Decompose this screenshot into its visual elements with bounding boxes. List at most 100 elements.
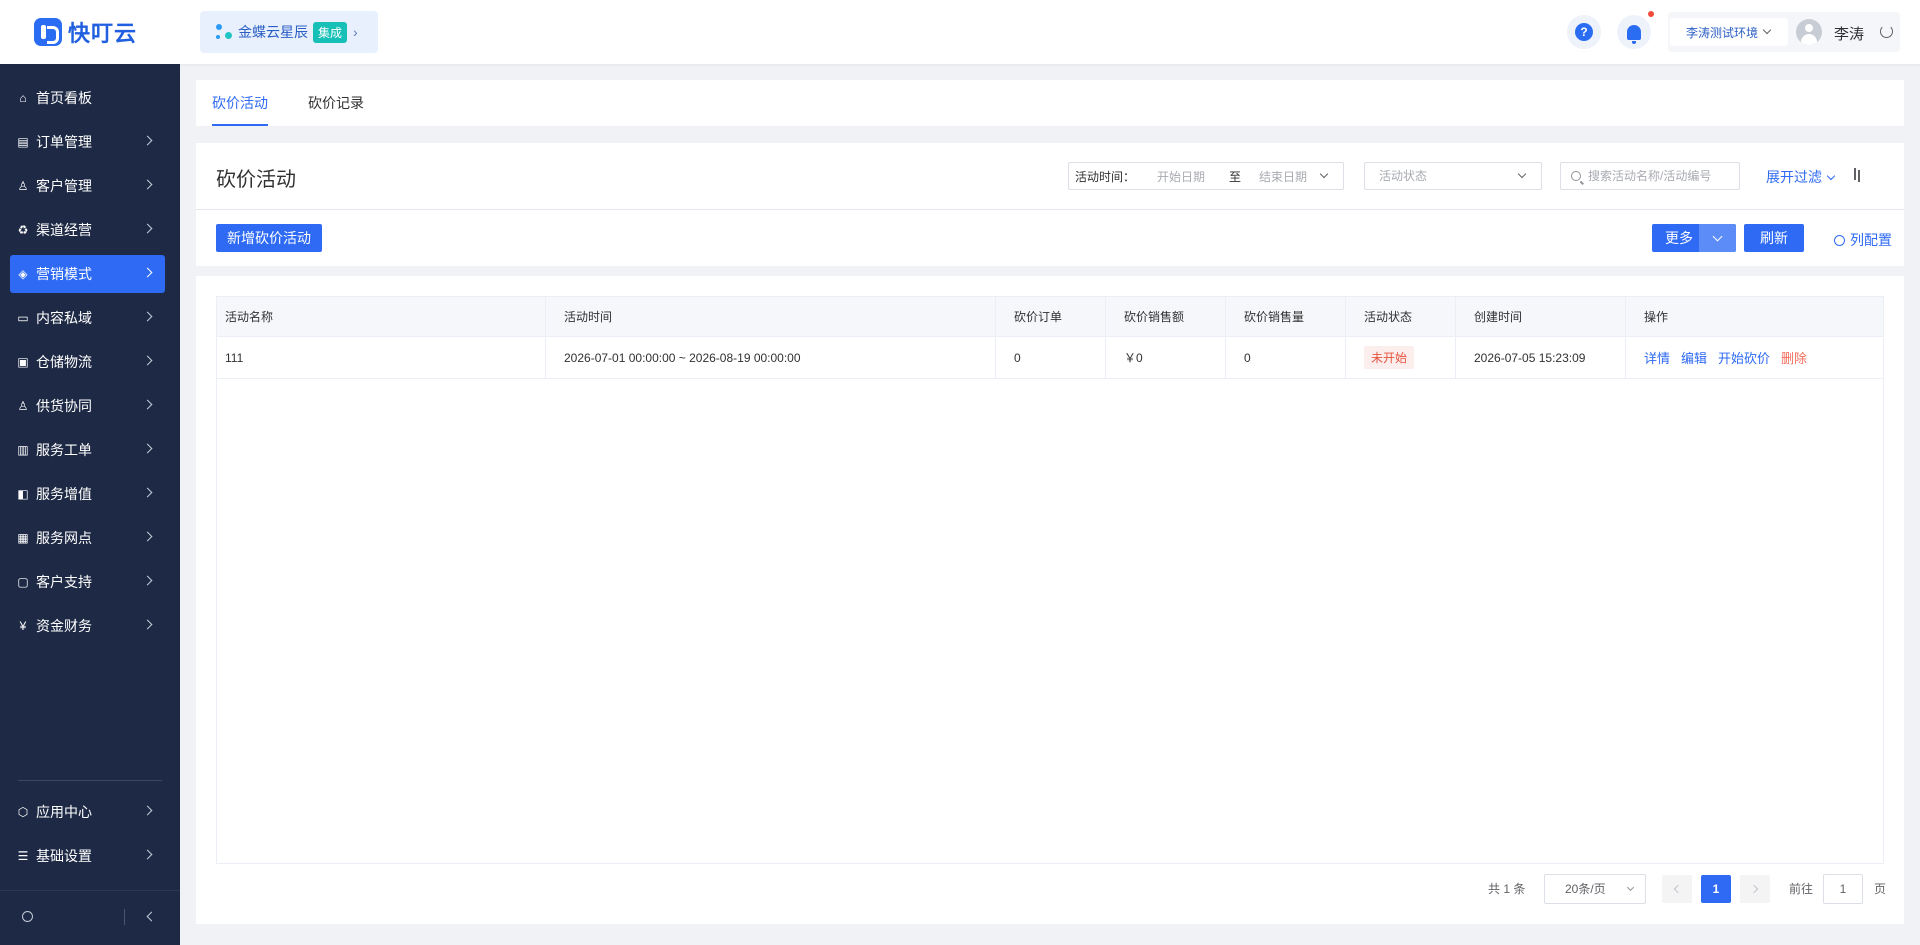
avatar[interactable]	[1796, 19, 1822, 45]
column-header: 活动状态	[1346, 297, 1456, 336]
more-label: 更多	[1665, 230, 1693, 246]
tab-bargain-records[interactable]: 砍价记录	[308, 80, 364, 126]
sidebar-item-outlets[interactable]: ▦ 服务网点	[10, 519, 165, 557]
sidebar-divider	[18, 780, 162, 781]
sort-icon[interactable]	[1852, 168, 1862, 182]
page-title: 砍价活动	[216, 169, 296, 191]
store-icon: ▦	[17, 531, 29, 545]
column-header: 砍价订单	[996, 297, 1106, 336]
prev-page-button[interactable]	[1662, 875, 1692, 903]
help-button[interactable]: ?	[1567, 15, 1601, 49]
integration-chip[interactable]: 金蝶云星辰 集成 ›	[200, 11, 378, 53]
sidebar: ⌂ 首页看板 ▤ 订单管理 ♙ 客户管理 ♻ 渠道经营 ◈ 营销模式 ▭ 内容私…	[0, 64, 180, 945]
delete-link[interactable]: 删除	[1781, 348, 1807, 367]
env-user-panel: 李涛测试环境 李涛	[1668, 12, 1900, 52]
sidebar-item-customers[interactable]: ♙ 客户管理	[10, 167, 165, 205]
table-header: 活动名称 活动时间 砍价订单 砍价销售额 砍价销售量 活动状态 创建时间 操作	[217, 297, 1883, 337]
column-config-label: 列配置	[1850, 232, 1892, 248]
chevron-right-icon	[142, 135, 153, 146]
sidebar-item-label: 资金财务	[36, 618, 92, 634]
current-page-button[interactable]: 1	[1701, 875, 1731, 903]
goto-page-input[interactable]	[1823, 874, 1863, 904]
chevron-right-icon	[142, 443, 153, 454]
gear-icon	[1834, 234, 1845, 246]
page-size-select[interactable]: 20条/页	[1544, 874, 1646, 904]
support-icon: ▢	[17, 575, 29, 589]
sidebar-item-value-added[interactable]: ◧ 服务增值	[10, 475, 165, 513]
column-config-button[interactable]: 列配置	[1834, 230, 1892, 250]
column-header: 砍价销售量	[1226, 297, 1346, 336]
user-name: 李涛	[1834, 26, 1865, 43]
next-page-button[interactable]	[1740, 875, 1770, 903]
table-row: 111 2026-07-01 00:00:00 ~ 2026-08-19 00:…	[217, 337, 1883, 379]
reload-icon[interactable]	[1880, 25, 1893, 38]
tab-bargain-activities[interactable]: 砍价活动	[212, 80, 268, 126]
chevron-right-icon	[142, 487, 153, 498]
logo-icon	[34, 18, 62, 46]
sidebar-item-app-center[interactable]: ⬡ 应用中心	[10, 793, 165, 831]
bag-icon: ◧	[17, 487, 29, 501]
more-button[interactable]: 更多	[1652, 224, 1736, 252]
detail-link[interactable]: 详情	[1644, 348, 1670, 367]
expand-filter-button[interactable]: 展开过滤	[1766, 167, 1836, 187]
chevron-down-icon[interactable]	[1699, 224, 1736, 252]
sidebar-item-label: 服务增值	[36, 486, 92, 502]
search-input[interactable]	[1588, 169, 1728, 183]
end-date-input[interactable]: 结束日期	[1259, 168, 1307, 185]
start-bargain-link[interactable]: 开始砍价	[1718, 348, 1770, 367]
sidebar-item-warehouse[interactable]: ▣ 仓储物流	[10, 343, 165, 381]
app-logo[interactable]: 快叮云	[34, 16, 137, 48]
notification-button[interactable]	[1617, 15, 1651, 49]
sidebar-item-dashboard[interactable]: ⌂ 首页看板	[10, 79, 165, 117]
add-bargain-activity-button[interactable]: 新增砍价活动	[216, 224, 322, 252]
time-range-label: 活动时间：	[1075, 169, 1136, 184]
table-panel: 活动名称 活动时间 砍价订单 砍价销售额 砍价销售量 活动状态 创建时间 操作 …	[196, 276, 1904, 924]
sidebar-footer	[0, 891, 180, 945]
settings-icon[interactable]	[22, 911, 33, 922]
start-date-input[interactable]: 开始日期	[1157, 168, 1205, 185]
cell-sales-amount: ￥0	[1106, 337, 1226, 378]
chevron-right-icon	[142, 805, 153, 816]
sidebar-item-label: 应用中心	[36, 804, 92, 820]
sidebar-item-support[interactable]: ▢ 客户支持	[10, 563, 165, 601]
cube-icon: ⬡	[17, 805, 29, 819]
chevron-right-icon	[142, 267, 153, 278]
sidebar-item-finance[interactable]: ¥ 资金财务	[10, 607, 165, 645]
column-header: 活动时间	[546, 297, 996, 336]
logo-text: 快叮云	[68, 21, 138, 46]
sidebar-item-marketing[interactable]: ◈ 营销模式	[10, 255, 165, 293]
chevron-right-icon	[142, 531, 153, 542]
cell-created: 2026-07-05 15:23:09	[1456, 337, 1626, 378]
collapse-sidebar-icon[interactable]	[146, 911, 157, 922]
footer-separator	[124, 909, 125, 925]
cell-status: 未开始	[1346, 337, 1456, 378]
activity-time-range[interactable]: 活动时间： 开始日期 至 结束日期	[1068, 162, 1344, 190]
column-header: 创建时间	[1456, 297, 1626, 336]
top-header: 快叮云 金蝶云星辰 集成 › ? 李涛测试环境 李涛	[0, 0, 1920, 64]
status-placeholder: 活动状态	[1379, 169, 1428, 183]
sidebar-item-supply[interactable]: ♙ 供货协同	[10, 387, 165, 425]
sidebar-item-content[interactable]: ▭ 内容私域	[10, 299, 165, 337]
integration-badge: 集成	[313, 21, 348, 43]
sidebar-item-service-tickets[interactable]: ▥ 服务工单	[10, 431, 165, 469]
environment-label: 李涛测试环境	[1686, 25, 1759, 40]
chevron-right-icon	[142, 575, 153, 586]
divider	[196, 209, 1904, 210]
column-header: 砍价销售额	[1106, 297, 1226, 336]
sidebar-item-channels[interactable]: ♻ 渠道经营	[10, 211, 165, 249]
column-header: 操作	[1644, 310, 1669, 324]
sidebar-item-orders[interactable]: ▤ 订单管理	[10, 123, 165, 161]
sidebar-item-label: 渠道经营	[36, 222, 92, 238]
cell-name: 111	[217, 337, 546, 378]
status-badge: 未开始	[1364, 346, 1415, 369]
user-icon: ♙	[17, 179, 29, 193]
chevron-right-icon	[142, 849, 153, 860]
edit-link[interactable]: 编辑	[1681, 348, 1707, 367]
environment-select[interactable]: 李涛测试环境	[1670, 18, 1788, 46]
sidebar-item-settings[interactable]: ☰ 基础设置	[10, 837, 165, 875]
chevron-right-icon	[142, 179, 153, 190]
sidebar-item-label: 服务工单	[36, 442, 92, 458]
refresh-button[interactable]: 刷新	[1744, 224, 1804, 252]
chevron-right-icon	[142, 619, 153, 630]
activity-status-select[interactable]: 活动状态	[1364, 162, 1542, 190]
